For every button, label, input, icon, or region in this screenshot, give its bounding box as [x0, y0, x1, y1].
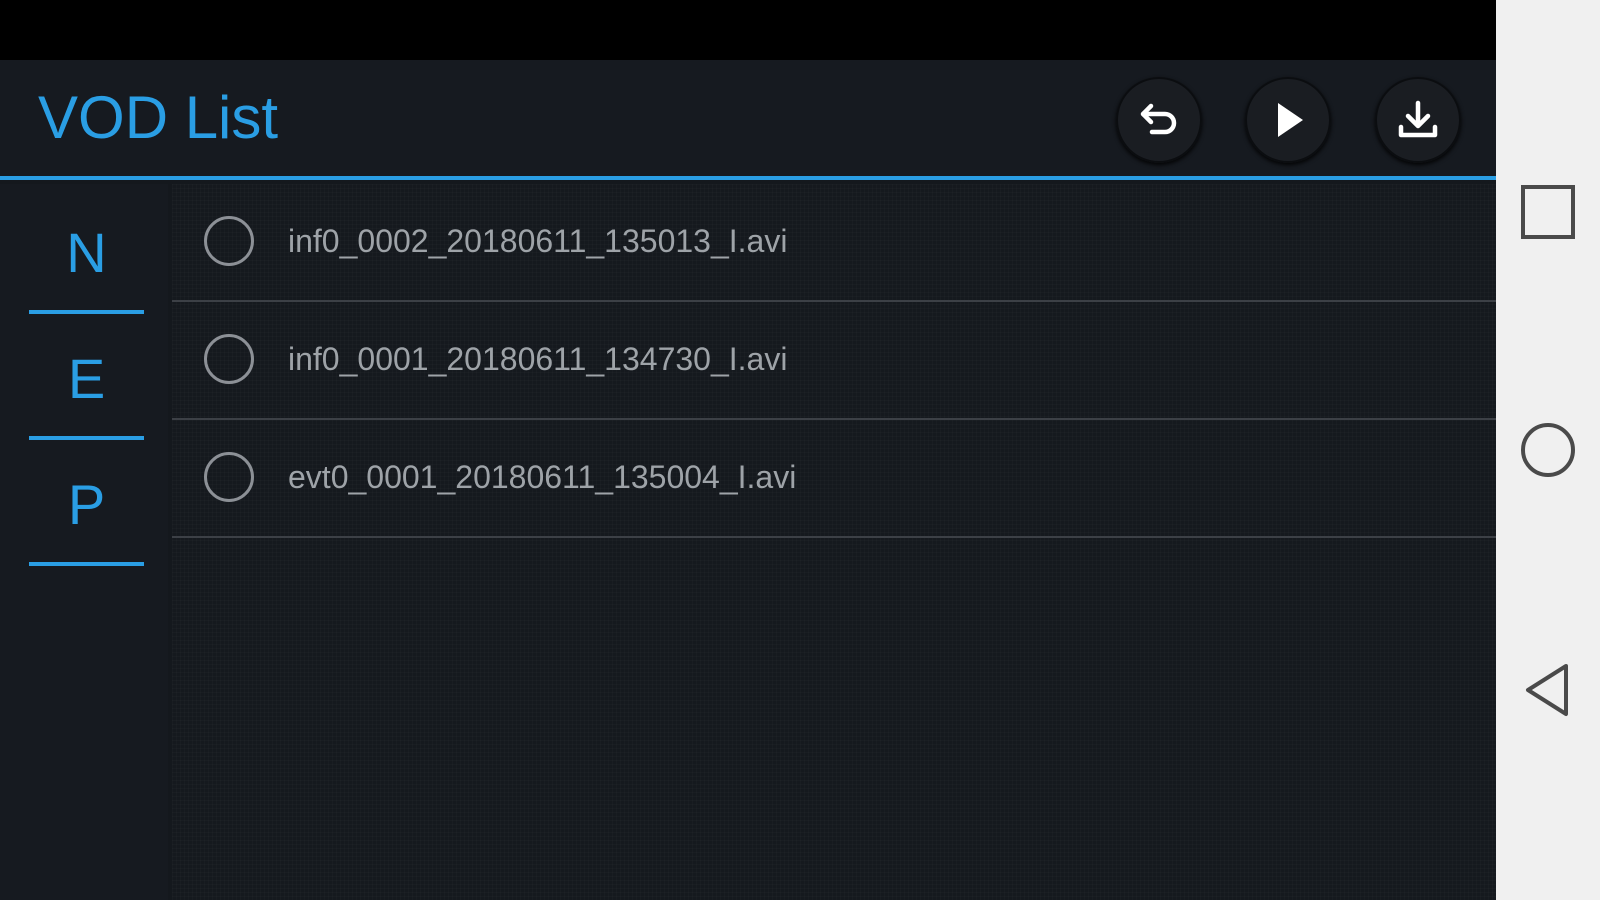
radio-button[interactable] [204, 452, 254, 502]
radio-button[interactable] [204, 334, 254, 384]
back-button[interactable] [1116, 77, 1202, 163]
page-title: VOD List [38, 84, 279, 151]
file-name: inf0_0001_20180611_134730_I.avi [288, 341, 788, 377]
system-nav-bar [1496, 0, 1600, 900]
app-header: VOD List [0, 60, 1496, 180]
vod-app: VOD List N E P inf0_0002_20180611_135013… [0, 0, 1496, 900]
list-item[interactable]: evt0_0001_20180611_135004_I.avi [172, 420, 1496, 538]
system-back-button[interactable] [1518, 660, 1578, 720]
play-icon [1278, 103, 1303, 137]
recent-apps-icon [1521, 185, 1575, 239]
download-button[interactable] [1375, 77, 1461, 163]
tab-parking[interactable]: P [29, 440, 144, 566]
back-icon [1526, 664, 1568, 716]
tab-event[interactable]: E [29, 314, 144, 440]
undo-arrow-icon [1140, 103, 1177, 135]
category-sidebar: N E P [0, 184, 168, 900]
list-item[interactable]: inf0_0002_20180611_135013_I.avi [172, 184, 1496, 302]
home-button[interactable] [1518, 420, 1578, 480]
file-list: inf0_0002_20180611_135013_I.avi inf0_000… [172, 184, 1496, 900]
play-button[interactable] [1245, 77, 1331, 163]
download-icon [1398, 100, 1438, 138]
recent-apps-button[interactable] [1518, 182, 1578, 242]
radio-button[interactable] [204, 216, 254, 266]
status-bar-area [0, 0, 1496, 60]
tab-normal[interactable]: N [29, 188, 144, 314]
file-name: inf0_0002_20180611_135013_I.avi [288, 223, 788, 259]
list-item[interactable]: inf0_0001_20180611_134730_I.avi [172, 302, 1496, 420]
file-name: evt0_0001_20180611_135004_I.avi [288, 459, 797, 495]
home-icon [1521, 423, 1575, 477]
